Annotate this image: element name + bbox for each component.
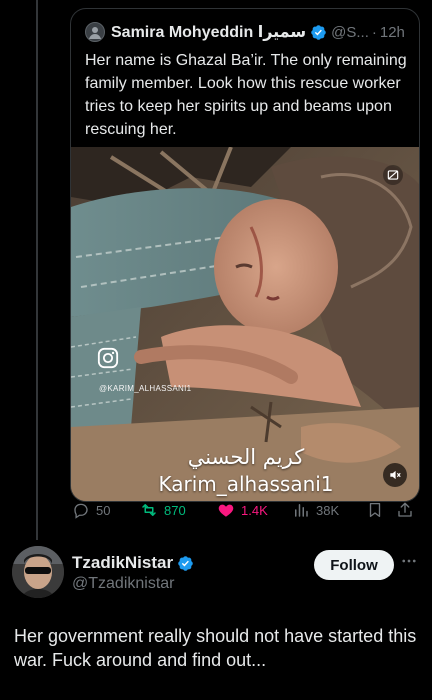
follow-button[interactable]: Follow	[314, 550, 394, 580]
verified-badge-icon	[311, 24, 326, 40]
quoted-post-header: Samira Mohyeddin سميرا @S... · 12h	[85, 21, 409, 43]
share-button[interactable]	[396, 500, 420, 520]
header-separator: ·	[371, 23, 377, 41]
more-options-icon[interactable]	[398, 550, 420, 572]
like-icon	[218, 504, 234, 517]
thread-connector-line	[36, 0, 38, 540]
quoted-author-avatar[interactable]	[85, 22, 105, 42]
repost-count: 870	[164, 502, 186, 518]
video-caption-latin: Karim_alhassani1	[158, 472, 334, 496]
reply-author-row: TzadikNistar	[72, 553, 194, 573]
quoted-post-card[interactable]: Samira Mohyeddin سميرا @S... · 12h Her n…	[70, 8, 420, 502]
like-button[interactable]: 1.4K	[217, 500, 268, 520]
video-watermark-handle: @KARIM_ALHASSANI1	[99, 384, 192, 393]
repost-button[interactable]: 870	[140, 500, 186, 520]
verified-badge-icon	[178, 555, 193, 571]
instagram-icon	[97, 347, 119, 369]
reply-button[interactable]: 50	[72, 500, 110, 520]
reply-post[interactable]: TzadikNistar @Tzadiknistar Follow Her go…	[0, 540, 432, 700]
bookmark-button[interactable]	[366, 500, 390, 520]
post-action-bar: 50 870 1.4K 38K	[70, 500, 420, 520]
video-caption-arabic: كريم الحسني	[187, 445, 305, 469]
reply-author-name[interactable]: TzadikNistar	[72, 553, 173, 573]
reply-count: 50	[96, 502, 111, 518]
quoted-post-timestamp[interactable]: 12h	[380, 24, 405, 41]
share-icon	[398, 502, 412, 517]
reply-icon	[74, 503, 88, 519]
reply-author-handle[interactable]: @Tzadiknistar	[72, 575, 175, 593]
reply-post-text: Her government really should not have st…	[14, 626, 417, 670]
quoted-post-text: Her name is Ghazal Ba’ir. The only remai…	[85, 52, 407, 138]
bookmark-icon	[369, 502, 381, 518]
views-icon	[295, 504, 308, 517]
view-count: 38K	[316, 502, 340, 518]
quoted-author-handle[interactable]: @S...	[331, 24, 369, 41]
quoted-author-name[interactable]: Samira Mohyeddin سميرا	[111, 22, 306, 42]
mute-icon[interactable]	[383, 463, 407, 487]
repost-icon	[142, 504, 156, 516]
reply-author-avatar[interactable]	[12, 546, 64, 598]
quoted-post-video[interactable]: @KARIM_ALHASSANI1 كريم الحسني Karim_alha…	[71, 147, 419, 501]
like-count: 1.4K	[241, 502, 268, 518]
sensitive-media-icon[interactable]	[383, 165, 403, 185]
views-button[interactable]: 38K	[292, 500, 339, 520]
